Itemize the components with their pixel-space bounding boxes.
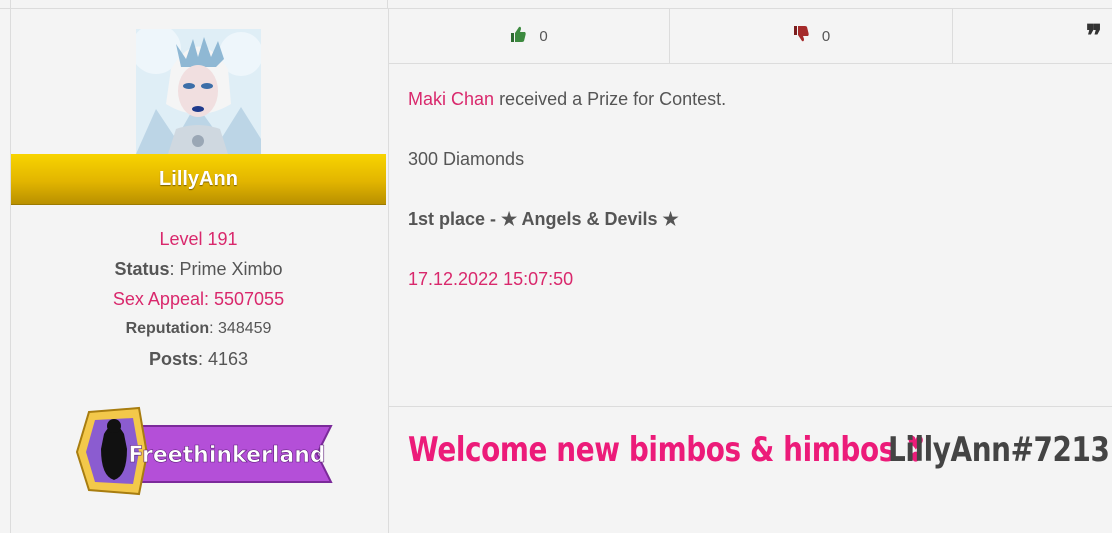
signature-divider	[388, 406, 1112, 407]
username[interactable]: LillyAnn	[159, 168, 238, 190]
post-line-1: Maki Chan received a Prize for Contest.	[408, 85, 1098, 145]
dislike-button[interactable]: 0	[670, 9, 953, 63]
thumbs-up-icon	[509, 25, 527, 47]
level: Level 191	[159, 229, 238, 249]
posts-value: 4163	[208, 349, 249, 369]
posts-label: Posts	[148, 349, 198, 369]
sex-appeal-row: Sex Appeal: 5507055	[112, 289, 285, 309]
user-sidebar: LillyAnn Level 191 Status: Prime Ximbo S…	[10, 9, 389, 533]
user-stats: Level 191 Status: Prime Ximbo Sex Appeal…	[11, 224, 386, 374]
place-label: 1st place - ★ Angels & Devils ★	[408, 209, 679, 229]
sex-appeal-label: Sex Appeal	[112, 289, 204, 309]
status-value: Prime Ximbo	[179, 259, 283, 279]
like-count: 0	[539, 27, 548, 45]
post-date: 17.12.2022 15:07:50	[408, 269, 574, 289]
reputation-row: Reputation: 348459	[125, 320, 272, 337]
signature: Welcome new bimbos & himbos ❣ LillyAnn#7…	[408, 430, 1110, 470]
action-text: received a Prize for Contest.	[499, 89, 727, 109]
avatar[interactable]	[136, 29, 261, 154]
signature-welcome: Welcome new bimbos & himbos ❣	[408, 430, 928, 470]
actor-link[interactable]: Maki Chan	[408, 89, 494, 109]
reaction-bar: 0 0 ❞	[388, 9, 1112, 64]
status-row: Status: Prime Ximbo	[114, 259, 283, 279]
reputation-value: 348459	[218, 320, 272, 337]
previous-post-edge	[0, 0, 1112, 9]
sex-appeal-value: 5507055	[214, 289, 285, 309]
prize-text: 300 Diamonds	[408, 149, 525, 169]
post-content: Maki Chan received a Prize for Contest. …	[408, 85, 1098, 325]
thumbs-down-icon	[792, 25, 810, 47]
username-bar[interactable]: LillyAnn	[11, 154, 386, 205]
place-text: 1st place - ★ Angels & Devils ★	[408, 205, 1098, 265]
signature-tag: LillyAnn#7213	[888, 430, 1110, 470]
reputation-label: Reputation	[125, 320, 210, 337]
posts-row: Posts: 4163	[148, 349, 249, 369]
like-button[interactable]: 0	[388, 9, 670, 63]
quote-button[interactable]: ❞	[953, 9, 1112, 63]
quote-icon: ❞	[1085, 19, 1102, 53]
dislike-count: 0	[821, 27, 831, 45]
badge-label: Freethinkerland	[128, 443, 325, 468]
freethinkerland-badge[interactable]: Freethinkerland	[69, 404, 334, 499]
status-label: Status	[114, 259, 170, 279]
